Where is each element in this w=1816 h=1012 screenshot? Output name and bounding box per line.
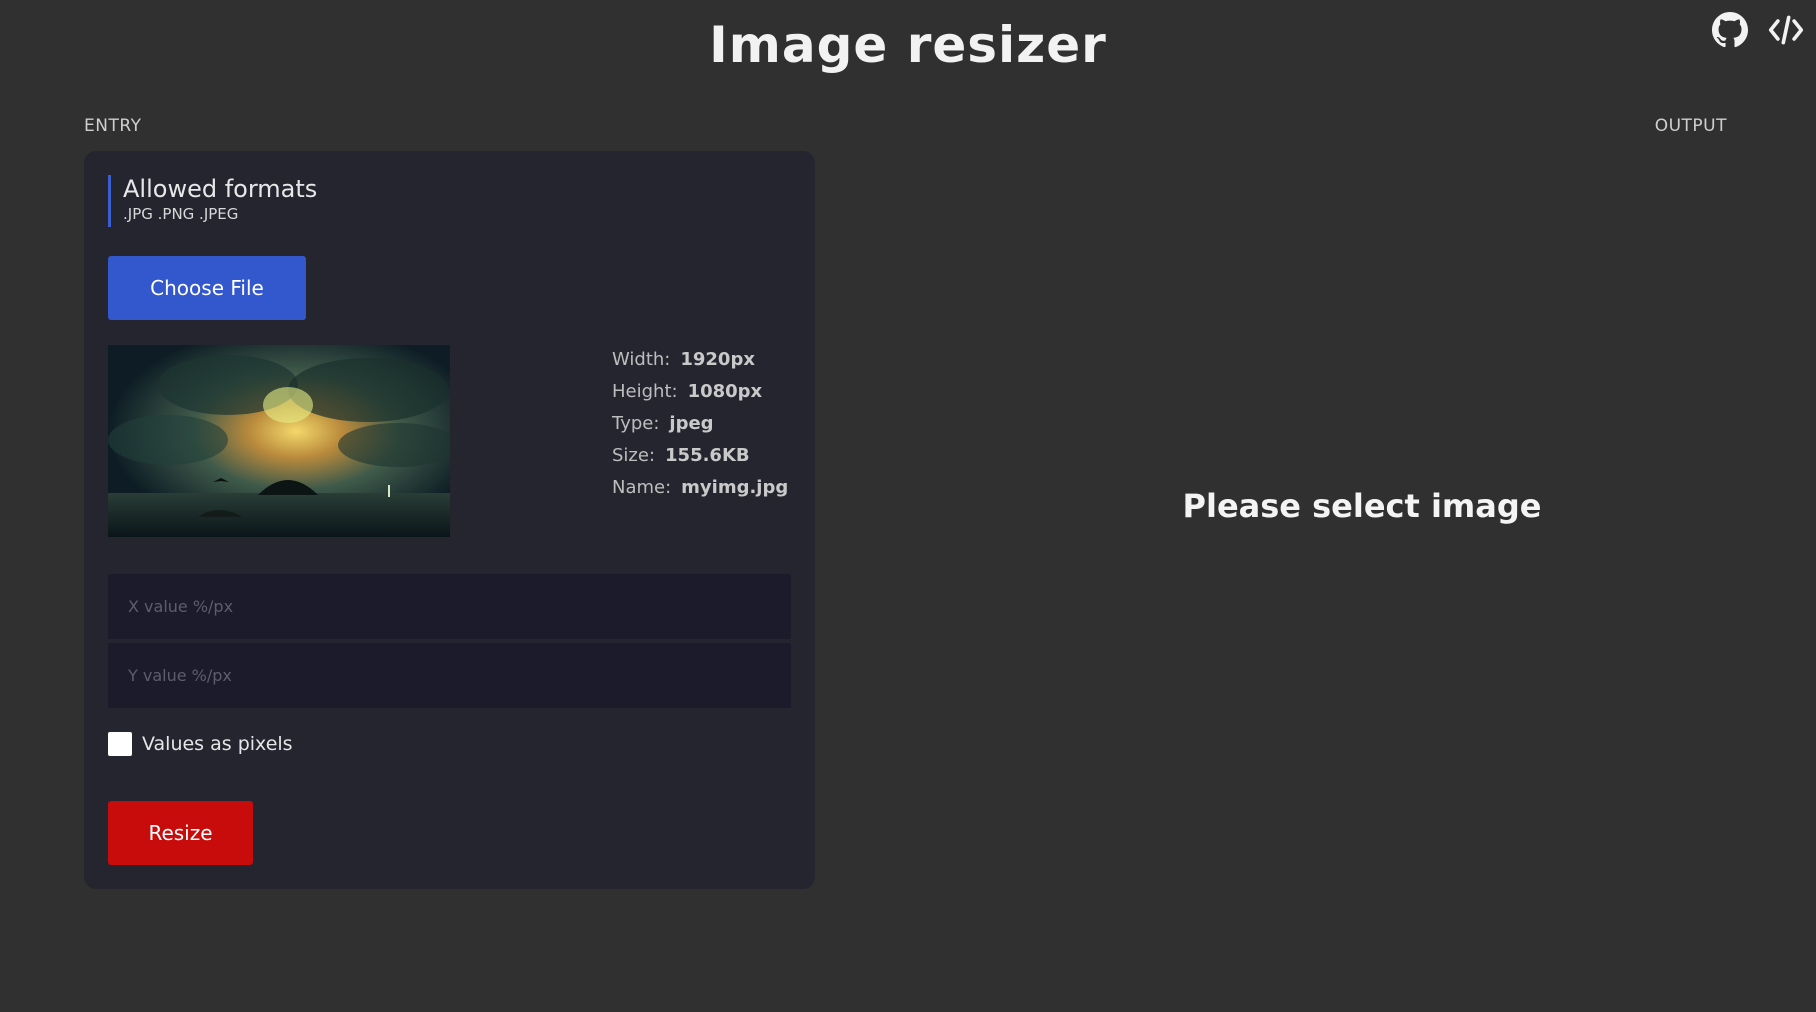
allowed-formats-title: Allowed formats: [123, 175, 318, 203]
info-size-row: Size: 155.6KB: [612, 440, 812, 472]
output-placeholder: Please select image: [1182, 487, 1542, 525]
code-icon: [1768, 15, 1804, 45]
image-info: Width: 1920px Height: 1080px Type: jpeg Siz…: [612, 344, 812, 504]
info-name-value: myimg.jpg: [681, 477, 789, 498]
info-height-label: Height:: [612, 381, 678, 402]
info-width-label: Width:: [612, 349, 671, 370]
choose-file-button[interactable]: Choose File: [108, 256, 306, 320]
info-size-value: 155.6KB: [665, 445, 750, 466]
allowed-formats-list: .JPG .PNG .JPEG: [123, 205, 239, 223]
info-name-label: Name:: [612, 477, 672, 498]
resize-button[interactable]: Resize: [108, 801, 253, 865]
values-as-pixels-label[interactable]: Values as pixels: [142, 733, 293, 755]
info-width-value: 1920px: [680, 349, 755, 370]
entry-section-label: ENTRY: [84, 116, 142, 136]
info-width-row: Width: 1920px: [612, 344, 812, 376]
info-height-row: Height: 1080px: [612, 376, 812, 408]
allowed-formats-block: Allowed formats .JPG .PNG .JPEG: [108, 175, 317, 227]
values-as-pixels-checkbox[interactable]: [108, 732, 132, 756]
github-icon: [1712, 12, 1748, 48]
output-section-label: OUTPUT: [1654, 116, 1727, 136]
info-type-label: Type:: [612, 413, 660, 434]
y-value-input[interactable]: [108, 643, 791, 708]
header-links: [1712, 12, 1804, 48]
values-as-pixels-row: Values as pixels: [108, 732, 293, 756]
source-code-link[interactable]: [1768, 12, 1804, 48]
github-link[interactable]: [1712, 12, 1748, 48]
entry-panel: Allowed formats .JPG .PNG .JPEG Choose F…: [84, 151, 815, 889]
page-title: Image resizer: [709, 16, 1107, 74]
info-type-value: jpeg: [669, 413, 714, 434]
info-name-row: Name: myimg.jpg: [612, 472, 812, 504]
image-preview: [108, 345, 450, 537]
info-type-row: Type: jpeg: [612, 408, 812, 440]
info-height-value: 1080px: [687, 381, 763, 402]
x-value-input[interactable]: [108, 574, 791, 639]
info-size-label: Size:: [612, 445, 656, 466]
image-preview-graphic: [108, 345, 450, 537]
